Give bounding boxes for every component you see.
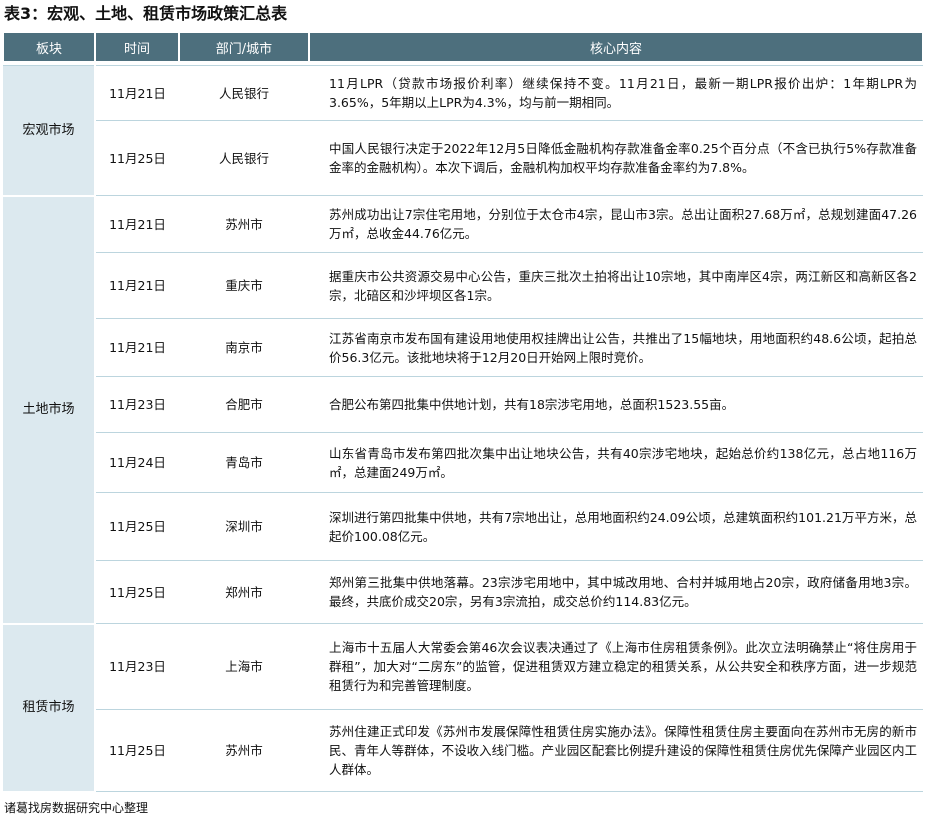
table-title: 表3：宏观、土地、租赁市场政策汇总表 (4, 4, 288, 23)
sector-cell-macro: 宏观市场 (3, 65, 96, 197)
dept-cell: 苏州市 (179, 195, 309, 253)
table-row: 11月25日 郑州市 郑州第三批集中供地落幕。23宗涉宅用地中，其中城改用地、合… (3, 560, 923, 624)
date-cell: 11月24日 (95, 432, 179, 493)
table-row: 土地市场 11月21日 苏州市 苏州成功出让7宗住宅用地，分别位于太仓市4宗，昆… (3, 195, 923, 625)
content-cell: 郑州第三批集中供地落幕。23宗涉宅用地中，其中城改用地、合村并城用地占20宗，政… (309, 560, 923, 624)
dept-cell: 苏州市 (179, 709, 309, 792)
content-cell: 11月LPR（贷款市场报价利率）继续保持不变。11月21日，最新一期LPR报价出… (309, 65, 923, 121)
source-note: 诸葛找房数据研究中心整理 (4, 801, 149, 815)
dept-cell: 人民银行 (179, 120, 309, 196)
content-cell: 苏州住建正式印发《苏州市发展保障性租赁住房实施办法》。保障性租赁住房主要面向在苏… (309, 709, 923, 792)
table-row: 11月25日 深圳市 深圳进行第四批集中供地，共有7宗地出让，总用地面积约24.… (3, 492, 923, 561)
content-cell: 山东省青岛市发布第四批次集中出让地块公告，共有40宗涉宅地块，起始总价约138亿… (309, 432, 923, 493)
content-cell: 中国人民银行决定于2022年12月5日降低金融机构存款准备金率0.25个百分点（… (309, 120, 923, 196)
header-sector: 板块 (2, 33, 96, 61)
policy-table: 板块 时间 部门/城市 核心内容 宏观市场 11月21日 人民银行 11月LPR… (2, 33, 924, 793)
content-cell: 江苏省南京市发布国有建设用地使用权挂牌出让公告，共推出了15幅地块，用地面积约4… (309, 318, 923, 377)
table-row: 11月21日 南京市 江苏省南京市发布国有建设用地使用权挂牌出让公告，共推出了1… (3, 318, 923, 377)
content-cell: 苏州成功出让7宗住宅用地，分别位于太仓市4宗，昆山市3宗。总出让面积27.68万… (309, 195, 923, 253)
date-cell: 11月21日 (95, 252, 179, 319)
dept-cell: 上海市 (179, 623, 309, 710)
sector-cell-land: 土地市场 (3, 195, 96, 625)
date-cell: 11月21日 (95, 318, 179, 377)
table-row: 11月25日 苏州市 苏州住建正式印发《苏州市发展保障性租赁住房实施办法》。保障… (3, 709, 923, 792)
table-row: 11月25日 人民银行 中国人民银行决定于2022年12月5日降低金融机构存款准… (3, 120, 923, 196)
header-content: 核心内容 (308, 33, 924, 61)
dept-cell: 深圳市 (179, 492, 309, 561)
header-time: 时间 (94, 33, 180, 61)
table-header-row: 板块 时间 部门/城市 核心内容 (2, 33, 924, 61)
header-dept: 部门/城市 (178, 33, 310, 61)
sector-cell-rental: 租赁市场 (3, 623, 96, 793)
date-cell: 11月23日 (95, 623, 179, 710)
dept-cell: 重庆市 (179, 252, 309, 319)
date-cell: 11月23日 (95, 376, 179, 433)
date-cell: 11月25日 (95, 120, 179, 196)
table-row: 11月24日 青岛市 山东省青岛市发布第四批次集中出让地块公告，共有40宗涉宅地… (3, 432, 923, 493)
dept-cell: 人民银行 (179, 65, 309, 121)
dept-cell: 郑州市 (179, 560, 309, 624)
dept-cell: 合肥市 (179, 376, 309, 433)
date-cell: 11月21日 (95, 195, 179, 253)
content-cell: 深圳进行第四批集中供地，共有7宗地出让，总用地面积约24.09公顷，总建筑面积约… (309, 492, 923, 561)
date-cell: 11月21日 (95, 65, 179, 121)
table-row: 11月21日 重庆市 据重庆市公共资源交易中心公告，重庆三批次土拍将出让10宗地… (3, 252, 923, 319)
table-body: 宏观市场 11月21日 人民银行 11月LPR（贷款市场报价利率）继续保持不变。… (3, 61, 923, 793)
content-cell: 据重庆市公共资源交易中心公告，重庆三批次土拍将出让10宗地，其中南岸区4宗，两江… (309, 252, 923, 319)
date-cell: 11月25日 (95, 560, 179, 624)
dept-cell: 南京市 (179, 318, 309, 377)
table-row: 宏观市场 11月21日 人民银行 11月LPR（贷款市场报价利率）继续保持不变。… (3, 65, 923, 197)
content-cell: 合肥公布第四批集中供地计划，共有18宗涉宅用地，总面积1523.55亩。 (309, 376, 923, 433)
table-row: 租赁市场 11月23日 上海市 上海市十五届人大常委会第46次会议表决通过了《上… (3, 623, 923, 793)
date-cell: 11月25日 (95, 709, 179, 792)
table-row: 11月23日 合肥市 合肥公布第四批集中供地计划，共有18宗涉宅用地，总面积15… (3, 376, 923, 433)
content-cell: 上海市十五届人大常委会第46次会议表决通过了《上海市住房租赁条例》。此次立法明确… (309, 623, 923, 710)
dept-cell: 青岛市 (179, 432, 309, 493)
date-cell: 11月25日 (95, 492, 179, 561)
